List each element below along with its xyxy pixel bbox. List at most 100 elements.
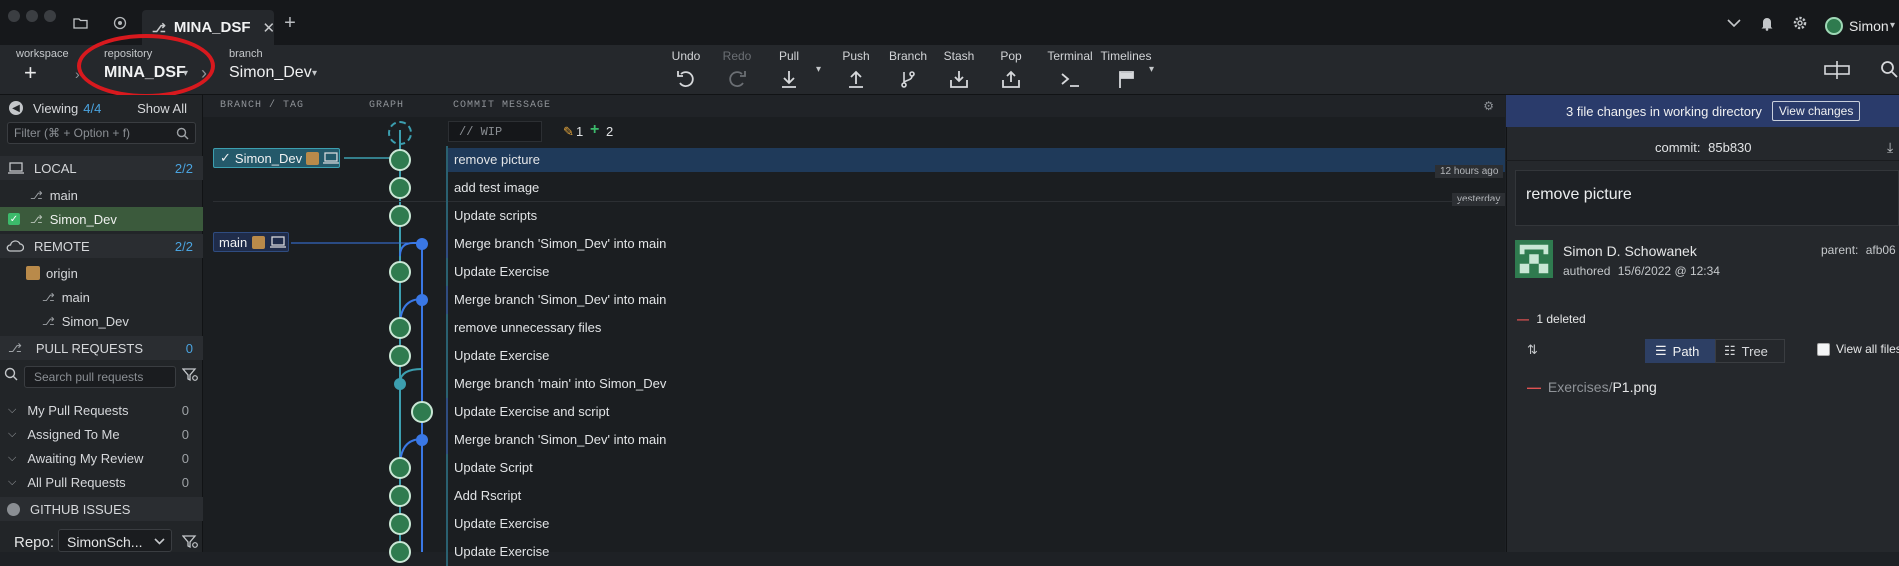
- path-view-button[interactable]: ☰ Path: [1645, 339, 1715, 363]
- remote-section-header[interactable]: REMOTE 2/2: [0, 234, 203, 258]
- remote-count: 2/2: [174, 238, 193, 254]
- sidebar-item-origin[interactable]: origin: [0, 261, 203, 285]
- commit-message[interactable]: Update Script: [454, 460, 533, 475]
- checkbox[interactable]: [1817, 342, 1830, 356]
- branch-button[interactable]: Branch: [883, 49, 933, 89]
- collapse-panel-icon[interactable]: ◀: [9, 101, 23, 115]
- pull-options-icon[interactable]: ▾: [816, 64, 821, 75]
- commit-avatar[interactable]: [389, 317, 411, 339]
- local-section-header[interactable]: LOCAL 2/2: [0, 156, 203, 180]
- commit-message[interactable]: Merge branch 'Simon_Dev' into main: [454, 432, 666, 447]
- add-workspace-button[interactable]: +: [24, 62, 37, 84]
- merge-node[interactable]: [416, 294, 428, 306]
- close-window-button[interactable]: [8, 10, 20, 22]
- commit-message[interactable]: Update scripts: [454, 208, 537, 223]
- gear-icon[interactable]: [1790, 14, 1810, 32]
- avatar[interactable]: [1825, 17, 1843, 35]
- commit-avatar[interactable]: [389, 149, 411, 171]
- show-all-button[interactable]: Show All: [137, 101, 187, 116]
- view-all-files-toggle[interactable]: View all files: [1817, 342, 1899, 356]
- branch-icon: ⎇: [30, 189, 43, 202]
- commit-avatar[interactable]: [389, 513, 411, 535]
- commit-hash[interactable]: 85b830: [1708, 140, 1751, 155]
- commit-message[interactable]: Merge branch 'main' into Simon_Dev: [454, 376, 666, 391]
- commit-avatar[interactable]: [389, 205, 411, 227]
- commit-avatar[interactable]: [411, 401, 433, 423]
- folder-icon[interactable]: [70, 14, 90, 32]
- commit-message[interactable]: remove unnecessary files: [454, 320, 601, 335]
- redo-button[interactable]: Redo: [712, 49, 762, 89]
- pull-requests-section-header[interactable]: ⎇ PULL REQUESTS 0: [0, 336, 203, 360]
- commit-message[interactable]: Update Exercise: [454, 516, 549, 531]
- user-name[interactable]: Simon: [1849, 18, 1889, 34]
- commit-message[interactable]: Update Exercise: [454, 264, 549, 279]
- commit-avatar[interactable]: [389, 457, 411, 479]
- commit-message[interactable]: Update Exercise: [454, 348, 549, 363]
- commit-avatar[interactable]: [389, 345, 411, 367]
- commit-message[interactable]: Update Exercise and script: [454, 404, 609, 419]
- commit-message-box[interactable]: remove picture: [1515, 170, 1899, 226]
- view-changes-button[interactable]: View changes: [1771, 101, 1861, 121]
- pr-filter-my[interactable]: ⌵ My Pull Requests 0: [0, 398, 203, 422]
- timelines-label: Timelines: [1100, 49, 1152, 63]
- branch-name-button[interactable]: Simon_Dev: [229, 64, 312, 82]
- user-menu-chevron-icon[interactable]: ▾: [1890, 20, 1895, 31]
- github-issues-section-header[interactable]: GITHUB ISSUES: [0, 497, 203, 521]
- sidebar-item-local-simon-dev[interactable]: ✓ ⎇ Simon_Dev: [0, 207, 203, 231]
- selected-commit-row[interactable]: [446, 148, 1505, 172]
- row-branch-marker: [446, 258, 448, 286]
- commit-message[interactable]: add test image: [454, 180, 539, 195]
- commit-message[interactable]: Add Rscript: [454, 488, 521, 503]
- maximize-window-button[interactable]: [44, 10, 56, 22]
- column-settings-icon[interactable]: ⚙: [1483, 99, 1495, 114]
- search-pull-requests-input[interactable]: Search pull requests: [24, 366, 176, 388]
- commit-avatar[interactable]: [389, 177, 411, 199]
- branch-tag-simon-dev[interactable]: ✓ Simon_Dev: [213, 148, 340, 168]
- commit-avatar[interactable]: [389, 485, 411, 507]
- wip-added-count: 2: [606, 124, 614, 139]
- minimize-window-button[interactable]: [26, 10, 38, 22]
- search-icon[interactable]: [1880, 60, 1898, 81]
- repo-tab-icon[interactable]: [110, 14, 130, 32]
- commit-message[interactable]: remove picture: [454, 152, 540, 167]
- undo-button[interactable]: Undo: [661, 49, 711, 89]
- terminal-button[interactable]: Terminal: [1044, 49, 1096, 89]
- new-tab-button[interactable]: +: [280, 12, 300, 34]
- filter-settings-icon[interactable]: [181, 368, 198, 385]
- pr-filter-assigned[interactable]: ⌵ Assigned To Me 0: [0, 422, 203, 446]
- merge-node[interactable]: [416, 434, 428, 446]
- sidebar-item-remote-simon-dev[interactable]: ⎇ Simon_Dev: [0, 309, 203, 333]
- filter-input[interactable]: Filter (⌘ + Option + f): [7, 122, 196, 144]
- repo-select[interactable]: SimonSch...: [58, 529, 172, 552]
- pull-button[interactable]: Pull: [764, 49, 814, 89]
- pr-filter-awaiting[interactable]: ⌵ Awaiting My Review 0: [0, 446, 203, 470]
- bell-icon[interactable]: [1757, 14, 1777, 32]
- branch-dropdown-icon[interactable]: ▾: [312, 68, 317, 79]
- commit-avatar[interactable]: [389, 541, 411, 563]
- commit-node[interactable]: [394, 378, 406, 390]
- commit-message[interactable]: Merge branch 'Simon_Dev' into main: [454, 236, 666, 251]
- merge-node[interactable]: [416, 238, 428, 250]
- tree-view-button[interactable]: ☷ Tree: [1715, 339, 1785, 363]
- timelines-options-icon[interactable]: ▾: [1149, 64, 1154, 75]
- stash-button[interactable]: Stash: [934, 49, 984, 89]
- chevron-down-icon[interactable]: [1724, 14, 1744, 32]
- timelines-button[interactable]: Timelines: [1096, 49, 1156, 89]
- download-icon[interactable]: ⤓: [1887, 139, 1893, 156]
- branch-tag-main[interactable]: main: [213, 232, 289, 252]
- pop-button[interactable]: Pop: [986, 49, 1036, 89]
- commit-avatar[interactable]: [389, 261, 411, 283]
- close-tab-icon[interactable]: ✕: [263, 19, 276, 37]
- parent-hash[interactable]: afb06: [1866, 243, 1896, 257]
- wip-message-input[interactable]: // WIP: [448, 121, 542, 142]
- file-row-p1[interactable]: — Exercises/P1.png: [1527, 379, 1657, 395]
- commit-message[interactable]: Merge branch 'Simon_Dev' into main: [454, 292, 666, 307]
- layout-toggle-icon[interactable]: [1824, 60, 1850, 83]
- pr-filter-all[interactable]: ⌵ All Pull Requests 0: [0, 470, 203, 494]
- sidebar-item-remote-main[interactable]: ⎇ main: [0, 285, 203, 309]
- sort-icon[interactable]: ⇅: [1527, 342, 1538, 358]
- push-button[interactable]: Push: [831, 49, 881, 89]
- filter-settings-icon[interactable]: [181, 535, 198, 552]
- pr-filter-count: 0: [181, 402, 189, 418]
- sidebar-item-local-main[interactable]: ⎇ main: [0, 183, 203, 207]
